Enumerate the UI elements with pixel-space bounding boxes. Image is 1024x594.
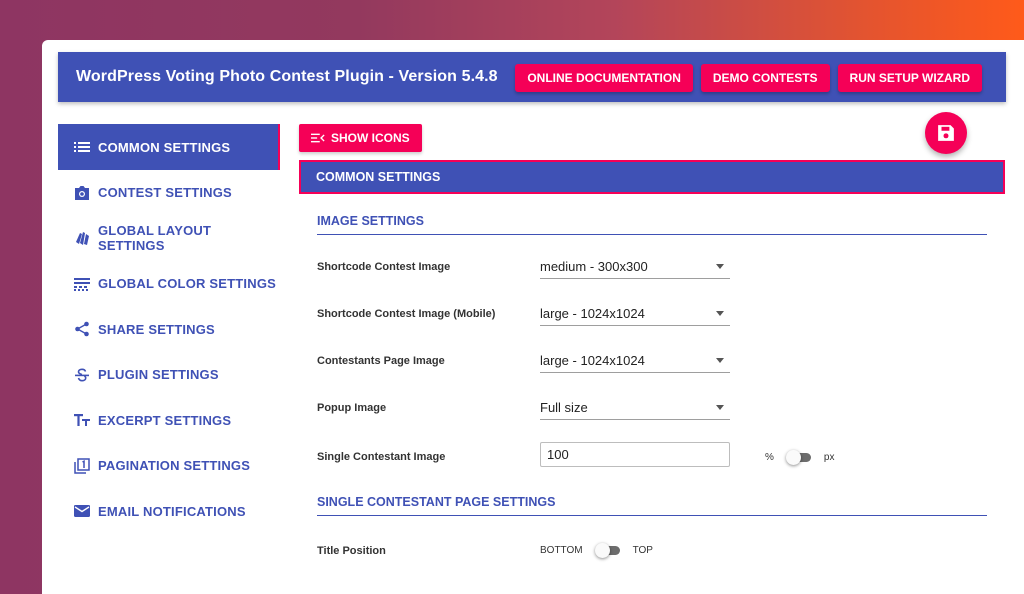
dropdown-arrow-icon (716, 264, 724, 269)
shortcode-contest-image-select[interactable]: medium - 300x300 (540, 255, 730, 279)
image-settings-heading: IMAGE SETTINGS (317, 214, 987, 235)
page-title: WordPress Voting Photo Contest Plugin - … (76, 68, 498, 85)
shortcode-contest-image-mobile-select[interactable]: large - 1024x1024 (540, 302, 730, 326)
sidebar-item-label: SHARE SETTINGS (98, 321, 215, 337)
sidebar-item-contest-settings[interactable]: CONTEST SETTINGS (58, 170, 278, 216)
mail-icon (74, 503, 90, 519)
demo-contests-button[interactable]: DEMO CONTESTS (700, 64, 830, 92)
active-indicator (278, 124, 280, 170)
save-button[interactable] (925, 112, 967, 154)
bottom-label: BOTTOM (540, 544, 583, 556)
title-position-toggle[interactable] (594, 543, 621, 558)
show-icons-button[interactable]: SHOW ICONS (299, 124, 422, 152)
select-value: medium - 300x300 (540, 259, 648, 274)
sidebar-item-label: PAGINATION SETTINGS (98, 458, 251, 474)
sidebar-item-global-layout-settings[interactable]: GLOBAL LAYOUT SETTINGS (58, 216, 278, 262)
dropdown-arrow-icon (716, 358, 724, 363)
title-position-label: Title Position (317, 545, 386, 557)
online-documentation-button[interactable]: ONLINE DOCUMENTATION (515, 64, 693, 92)
select-value: large - 1024x1024 (540, 353, 645, 368)
toggle-knob (594, 543, 610, 558)
dropdown-arrow-icon (716, 405, 724, 410)
layers-icon (74, 230, 90, 246)
single-contestant-image-label: Single Contestant Image (317, 451, 446, 463)
settings-window: WordPress Voting Photo Contest Plugin - … (42, 40, 1024, 594)
menu-open-icon (311, 133, 325, 143)
sidebar-item-global-color-settings[interactable]: GLOBAL COLOR SETTINGS (58, 261, 278, 307)
sidebar-item-common-settings[interactable]: COMMON SETTINGS (58, 124, 278, 170)
sidebar-item-plugin-settings[interactable]: PLUGIN SETTINGS (58, 352, 278, 398)
header-actions: ONLINE DOCUMENTATION DEMO CONTESTS RUN S… (515, 64, 982, 92)
unit-toggle-group: % px (765, 450, 835, 465)
toggle-knob (785, 450, 801, 465)
text-fields-icon (74, 412, 90, 428)
section-title-bar: COMMON SETTINGS (299, 160, 1005, 194)
show-icons-label: SHOW ICONS (331, 131, 410, 145)
select-value: Full size (540, 400, 588, 415)
sidebar-item-label: GLOBAL LAYOUT SETTINGS (98, 223, 212, 254)
sidebar-item-label: EXCERPT SETTINGS (98, 412, 232, 428)
popup-image-select[interactable]: Full size (540, 396, 730, 420)
run-setup-wizard-button[interactable]: RUN SETUP WIZARD (837, 64, 982, 92)
shortcode-contest-image-label: Shortcode Contest Image (317, 261, 451, 273)
shortcode-contest-image-mobile-label: Shortcode Contest Image (Mobile) (317, 308, 496, 320)
percent-label: % (765, 451, 774, 463)
sidebar-item-share-settings[interactable]: SHARE SETTINGS (58, 307, 278, 353)
sidebar-item-excerpt-settings[interactable]: EXCERPT SETTINGS (58, 398, 278, 444)
sidebar-item-label: EMAIL NOTIFICATIONS (98, 503, 246, 519)
share-icon (74, 321, 90, 337)
sidebar-item-label: PLUGIN SETTINGS (98, 367, 219, 383)
single-contestant-image-input[interactable]: 100 (540, 442, 730, 467)
strikethrough-icon (74, 367, 90, 383)
sidebar-item-label: COMMON SETTINGS (98, 139, 231, 155)
list-icon (74, 139, 90, 155)
top-label: TOP (632, 544, 653, 556)
px-label: px (823, 451, 835, 463)
sidebar-item-label: GLOBAL COLOR SETTINGS (98, 276, 277, 292)
save-icon (938, 125, 954, 141)
header-bar: WordPress Voting Photo Contest Plugin - … (58, 52, 1006, 102)
dropdown-arrow-icon (716, 311, 724, 316)
camera-icon (74, 185, 90, 201)
filter-1-icon (74, 458, 90, 474)
select-value: large - 1024x1024 (540, 306, 645, 321)
sidebar-item-email-notifications[interactable]: EMAIL NOTIFICATIONS (58, 489, 278, 535)
title-position-toggle-group: BOTTOM TOP (540, 543, 653, 558)
settings-sidebar: COMMON SETTINGS CONTEST SETTINGS GLOBAL … (58, 124, 278, 534)
sidebar-item-label: CONTEST SETTINGS (98, 185, 232, 201)
popup-image-label: Popup Image (317, 402, 387, 414)
single-contestant-page-settings-heading: SINGLE CONTESTANT PAGE SETTINGS (317, 495, 987, 516)
contestants-page-image-select[interactable]: large - 1024x1024 (540, 349, 730, 373)
sidebar-item-pagination-settings[interactable]: PAGINATION SETTINGS (58, 443, 278, 489)
unit-toggle[interactable] (785, 450, 812, 465)
texture-icon (74, 276, 90, 292)
contestants-page-image-label: Contestants Page Image (317, 355, 445, 367)
